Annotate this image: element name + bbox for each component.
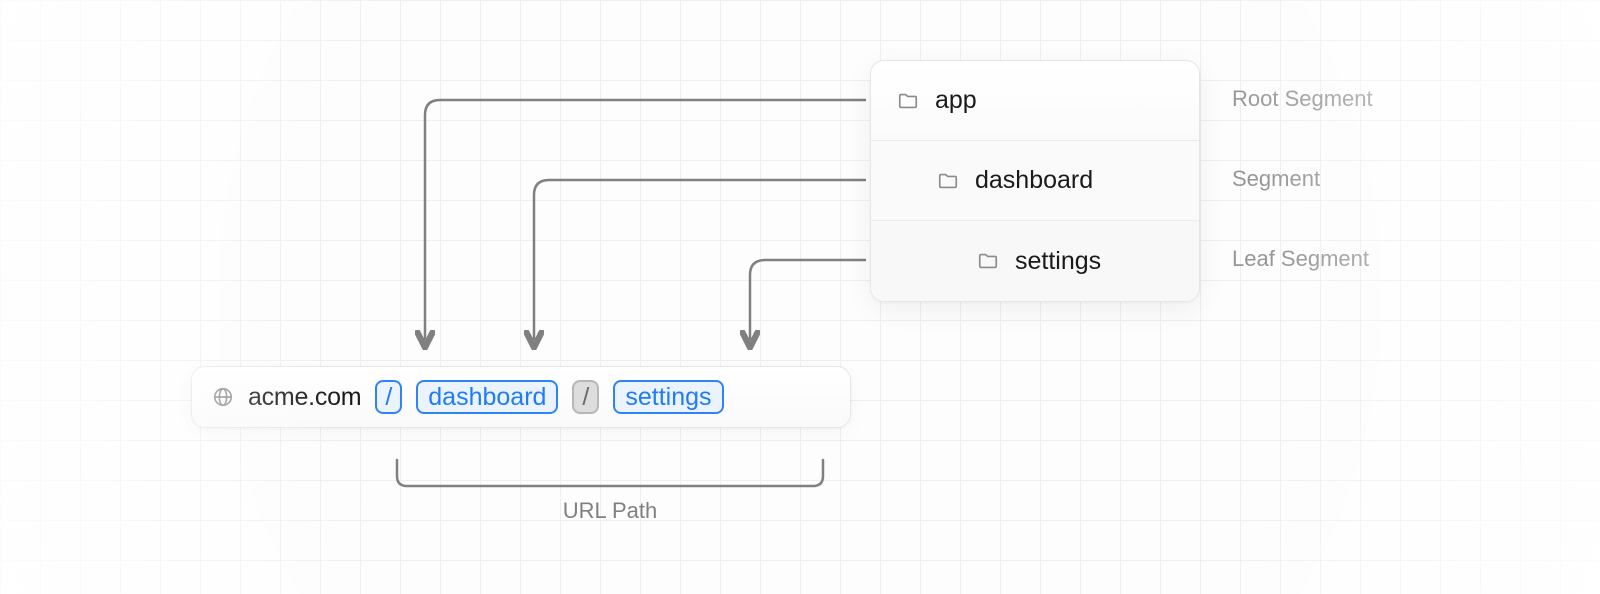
url-segment-slash-1: / (375, 380, 402, 414)
tree-label-leaf: Leaf Segment (1232, 246, 1432, 272)
folder-row-dashboard: dashboard (871, 141, 1199, 221)
url-segment-dashboard: dashboard (416, 380, 558, 414)
url-domain: acme.com (248, 383, 361, 412)
tree-label-segment: Segment (1232, 166, 1432, 192)
folder-row-app: app (871, 61, 1199, 141)
folder-name: settings (1015, 247, 1101, 276)
url-path-label: URL Path (395, 498, 825, 524)
url-bar: acme.com / dashboard / settings (191, 366, 851, 428)
folder-row-settings: settings (871, 221, 1199, 301)
url-segment-settings: settings (613, 380, 723, 414)
url-path-bracket (395, 458, 825, 492)
folder-icon (897, 90, 919, 112)
folder-tree: app dashboard settings (870, 60, 1200, 302)
globe-icon (212, 386, 234, 408)
folder-icon (937, 170, 959, 192)
url-segment-slash-2: / (572, 380, 599, 414)
tree-label-root: Root Segment (1232, 86, 1432, 112)
folder-name: dashboard (975, 166, 1093, 195)
folder-icon (977, 250, 999, 272)
folder-name: app (935, 86, 977, 115)
